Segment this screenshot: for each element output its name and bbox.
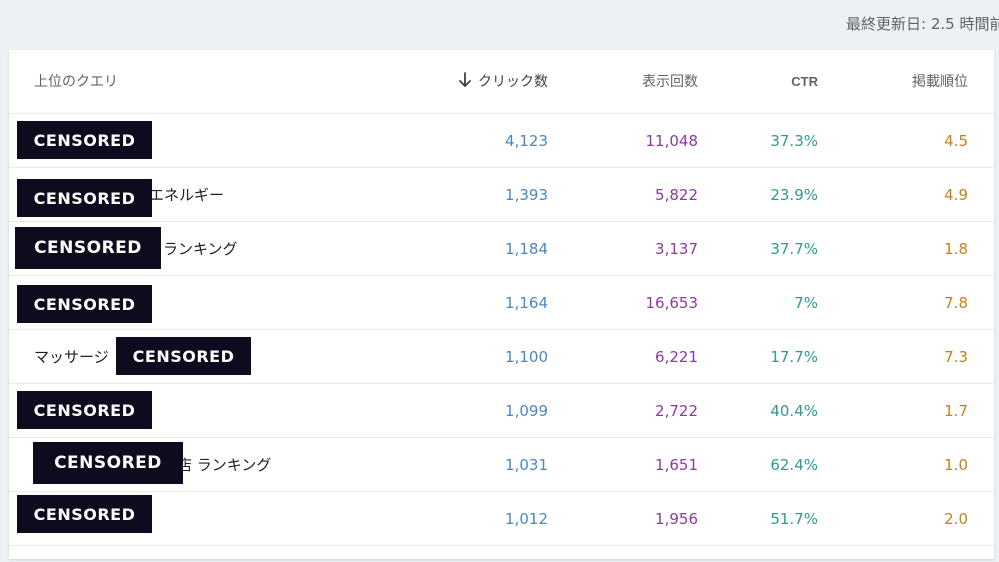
position-value: 7.3 xyxy=(944,348,968,366)
censor-bar: CENSORED xyxy=(17,285,152,323)
ctr-value: 51.7% xyxy=(770,510,818,528)
impressions-value: 16,653 xyxy=(645,294,699,312)
clicks-value: 1,100 xyxy=(505,348,548,366)
column-header-ctr[interactable]: CTR xyxy=(791,72,818,92)
censor-bar: CENSORED xyxy=(33,442,183,484)
table-header-row: 上位のクエリ クリック数 表示回数 CTR 掲載順位 xyxy=(9,50,994,114)
column-header-clicks[interactable]: クリック数 xyxy=(458,72,548,92)
clicks-value: 1,164 xyxy=(505,294,548,312)
table-row[interactable]: エネルギー 1,393 5,822 23.9% 4.9 xyxy=(9,168,994,222)
censor-bar: CENSORED xyxy=(17,391,152,429)
ctr-value: 37.3% xyxy=(770,132,818,150)
arrow-down-icon xyxy=(459,72,471,87)
clicks-value: 1,393 xyxy=(505,186,548,204)
impressions-value: 2,722 xyxy=(655,402,698,420)
ctr-value: 62.4% xyxy=(770,456,818,474)
column-header-query[interactable]: 上位のクエリ xyxy=(34,72,118,92)
position-value: 4.9 xyxy=(944,186,968,204)
impressions-value: 6,221 xyxy=(655,348,698,366)
impressions-value: 1,956 xyxy=(655,510,698,528)
impressions-value: 5,822 xyxy=(655,186,698,204)
censor-bar: CENSORED xyxy=(15,227,161,269)
column-header-impressions[interactable]: 表示回数 xyxy=(642,72,698,92)
query-text: マッサージ xyxy=(34,348,109,366)
query-text: エネルギー xyxy=(149,186,225,204)
ctr-value: 23.9% xyxy=(770,186,818,204)
table-row[interactable]: 4,123 11,048 37.3% 4.5 xyxy=(9,114,994,168)
position-value: 1.8 xyxy=(944,240,968,258)
censor-bar: CENSORED xyxy=(116,337,251,375)
clicks-value: 4,123 xyxy=(505,132,548,150)
impressions-value: 11,048 xyxy=(645,132,699,150)
ctr-value: 37.7% xyxy=(770,240,818,258)
clicks-value: 1,012 xyxy=(505,510,548,528)
censor-bar: CENSORED xyxy=(17,495,152,533)
impressions-value: 3,137 xyxy=(655,240,698,258)
query-text: ランキング xyxy=(163,240,238,258)
column-header-clicks-label: クリック数 xyxy=(478,74,548,90)
clicks-value: 1,184 xyxy=(505,240,548,258)
position-value: 1.7 xyxy=(944,402,968,420)
clicks-value: 1,031 xyxy=(505,456,548,474)
table-row[interactable]: 1,164 16,653 7% 7.8 xyxy=(9,276,994,330)
last-updated-text: 最終更新日: 2.5 時間前 xyxy=(846,15,999,33)
censor-bar: CENSORED xyxy=(17,179,152,217)
table-row[interactable]: 1,012 1,956 51.7% 2.0 xyxy=(9,492,994,546)
table-row[interactable]: 1,099 2,722 40.4% 1.7 xyxy=(9,384,994,438)
ctr-value: 17.7% xyxy=(770,348,818,366)
clicks-value: 1,099 xyxy=(505,402,548,420)
position-value: 4.5 xyxy=(944,132,968,150)
query-text: 店 ランキング xyxy=(177,456,272,474)
ctr-value: 7% xyxy=(794,294,818,312)
position-value: 1.0 xyxy=(944,456,968,474)
ctr-value: 40.4% xyxy=(770,402,818,420)
column-header-position[interactable]: 掲載順位 xyxy=(912,72,968,92)
position-value: 2.0 xyxy=(944,510,968,528)
impressions-value: 1,651 xyxy=(655,456,698,474)
censor-bar: CENSORED xyxy=(17,121,152,159)
position-value: 7.8 xyxy=(944,294,968,312)
